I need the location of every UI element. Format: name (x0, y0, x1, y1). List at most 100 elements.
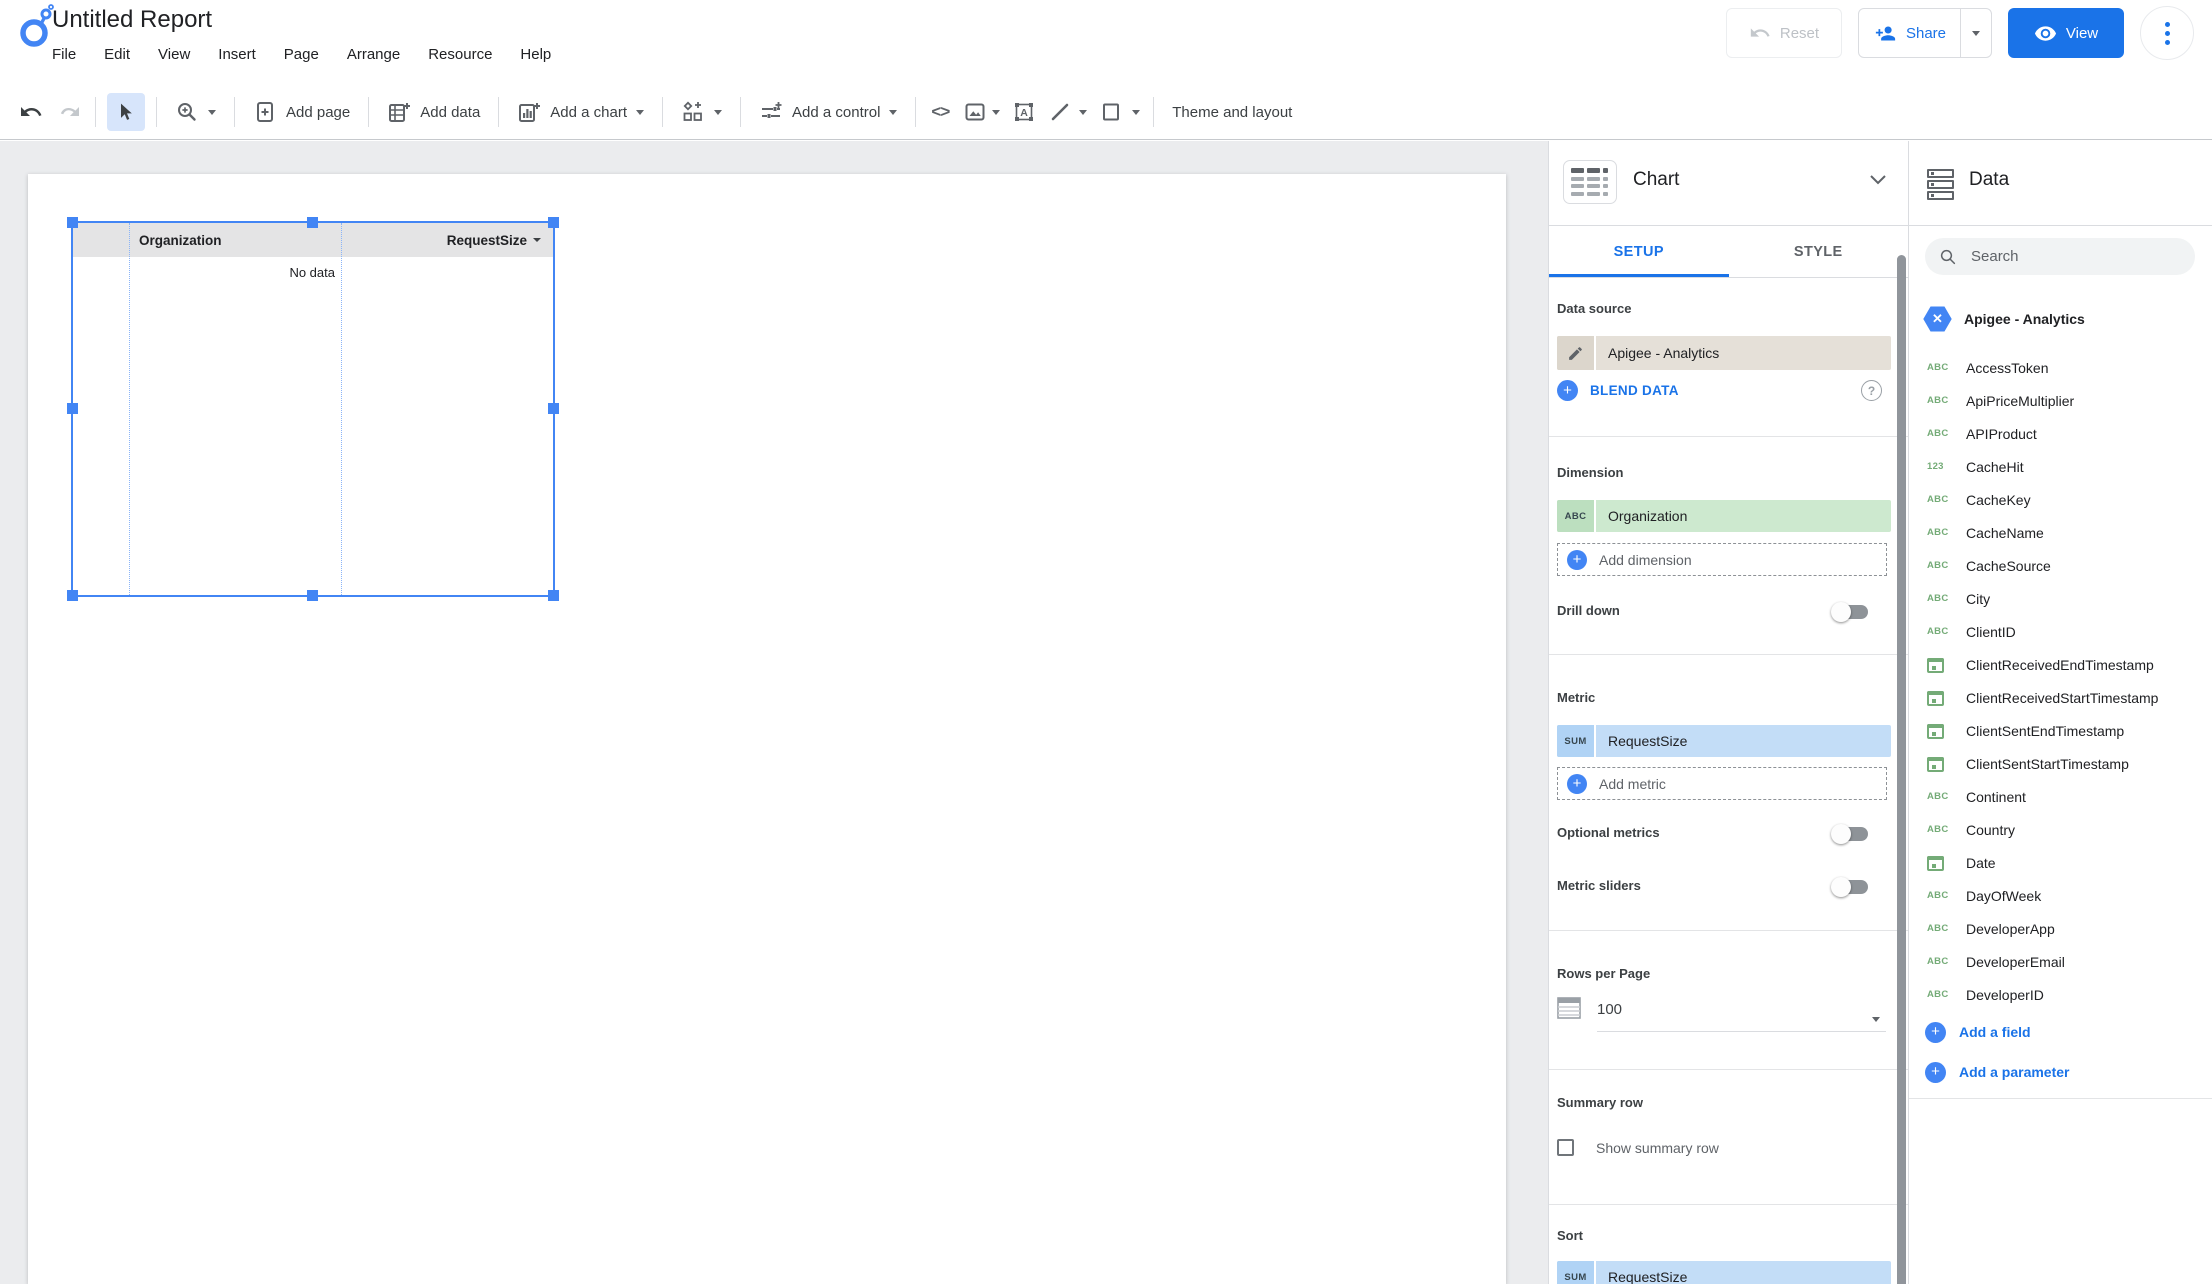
field-DeveloperID[interactable]: ABC DeveloperID (1909, 978, 2212, 1011)
optional-metrics-toggle[interactable] (1831, 824, 1868, 844)
section-divider (1549, 1204, 1908, 1205)
insert-line-button[interactable] (1042, 92, 1093, 132)
resize-handle-n[interactable] (307, 217, 318, 228)
menu-page[interactable]: Page (284, 46, 319, 63)
menu-file[interactable]: File (52, 46, 76, 63)
tab-style[interactable]: STYLE (1729, 226, 1909, 277)
line-dropdown-caret[interactable] (1079, 109, 1088, 115)
rows-per-page-underline (1597, 1031, 1886, 1032)
insert-shape-button[interactable] (1093, 92, 1146, 132)
field-Country[interactable]: ABC Country (1909, 813, 2212, 846)
community-viz-dropdown-caret[interactable] (714, 109, 723, 115)
add-chart-button[interactable]: Add a chart (506, 92, 655, 132)
data-source-row[interactable]: ✕ Apigee - Analytics (1923, 299, 2085, 339)
table-chart-selected[interactable]: Organization RequestSize No data (67, 217, 559, 601)
sort-chip[interactable]: SUM RequestSize (1557, 1261, 1891, 1284)
field-ClientReceivedStartTimestamp[interactable]: ClientReceivedStartTimestamp (1909, 681, 2212, 714)
field-CacheSource[interactable]: ABC CacheSource (1909, 549, 2212, 582)
chart-panel-header: Chart (1549, 141, 1908, 226)
resize-handle-ne[interactable] (548, 217, 559, 228)
field-CacheKey[interactable]: ABC CacheKey (1909, 483, 2212, 516)
reset-button[interactable]: Reset (1725, 8, 1842, 58)
field-AccessToken[interactable]: ABC AccessToken (1909, 351, 2212, 384)
search-input[interactable] (1969, 247, 2163, 266)
field-APIProduct[interactable]: ABC APIProduct (1909, 417, 2212, 450)
menu-help[interactable]: Help (520, 46, 551, 63)
show-summary-row-option[interactable]: Show summary row (1557, 1139, 1719, 1156)
field-search[interactable] (1925, 238, 2195, 275)
resize-handle-se[interactable] (548, 590, 559, 601)
menu-edit[interactable]: Edit (104, 46, 130, 63)
rows-per-page-value[interactable]: 100 (1597, 1001, 1622, 1018)
field-CacheHit[interactable]: 123 CacheHit (1909, 450, 2212, 483)
table-column-organization[interactable]: Organization (129, 233, 341, 248)
field-Continent[interactable]: ABC Continent (1909, 780, 2212, 813)
add-chart-label: Add a chart (550, 103, 628, 121)
add-control-dropdown-caret[interactable] (889, 109, 898, 115)
embed-url-button[interactable]: <> (923, 92, 957, 132)
field-ClientSentEndTimestamp[interactable]: ClientSentEndTimestamp (1909, 714, 2212, 747)
resize-handle-sw[interactable] (67, 590, 78, 601)
field-DayOfWeek[interactable]: ABC DayOfWeek (1909, 879, 2212, 912)
more-options-button[interactable] (2140, 6, 2194, 60)
select-tool-button[interactable] (107, 93, 145, 131)
shape-dropdown-caret[interactable] (1132, 109, 1141, 115)
menu-insert[interactable]: Insert (218, 46, 256, 63)
field-CacheName[interactable]: ABC CacheName (1909, 516, 2212, 549)
report-canvas[interactable]: Organization RequestSize No data (0, 141, 1548, 1284)
add-a-parameter-button[interactable]: + Add a parameter (1925, 1054, 2069, 1090)
field-ClientReceivedEndTimestamp[interactable]: ClientReceivedEndTimestamp (1909, 648, 2212, 681)
tab-setup[interactable]: SETUP (1549, 226, 1729, 277)
community-visualizations-button[interactable] (670, 92, 733, 132)
blend-data-button[interactable]: + BLEND DATA (1557, 380, 1679, 401)
insert-text-button[interactable]: A (1006, 92, 1042, 132)
undo-button[interactable] (12, 92, 50, 132)
add-metric-button[interactable]: + Add metric (1557, 767, 1887, 800)
resize-handle-w[interactable] (67, 403, 78, 414)
redo-button[interactable] (50, 92, 88, 132)
text-type-icon: ABC (1927, 395, 1949, 406)
resize-handle-e[interactable] (548, 403, 559, 414)
add-chart-dropdown-caret[interactable] (636, 109, 645, 115)
rows-per-page-dropdown-caret[interactable] (1872, 1009, 1880, 1027)
help-icon[interactable]: ? (1861, 380, 1882, 401)
menu-resource[interactable]: Resource (428, 46, 492, 63)
dimension-chip[interactable]: ABC Organization (1557, 500, 1891, 532)
report-title[interactable]: Untitled Report (52, 6, 212, 34)
field-Date[interactable]: Date (1909, 846, 2212, 879)
view-button[interactable]: View (2008, 8, 2124, 58)
share-button[interactable]: Share (1857, 8, 1992, 58)
zoom-dropdown-caret[interactable] (208, 109, 216, 115)
field-City[interactable]: ABC City (1909, 582, 2212, 615)
zoom-tool-button[interactable] (164, 92, 227, 132)
chevron-down-icon[interactable] (1870, 175, 1886, 185)
menu-view[interactable]: View (158, 46, 190, 63)
table-column-requestsize[interactable]: RequestSize (341, 233, 553, 248)
resize-handle-nw[interactable] (67, 217, 78, 228)
report-page[interactable]: Organization RequestSize No data (28, 174, 1506, 1284)
edit-pencil-icon[interactable] (1557, 336, 1596, 370)
field-ClientID[interactable]: ABC ClientID (1909, 615, 2212, 648)
theme-and-layout-button[interactable]: Theme and layout (1161, 92, 1303, 132)
add-dimension-button[interactable]: + Add dimension (1557, 543, 1887, 576)
resize-handle-s[interactable] (307, 590, 318, 601)
add-data-button[interactable]: Add data (376, 92, 491, 132)
field-ClientSentStartTimestamp[interactable]: ClientSentStartTimestamp (1909, 747, 2212, 780)
panel-scrollbar[interactable] (1897, 255, 1906, 1284)
add-page-button[interactable]: Add page (242, 92, 361, 132)
data-source-chip[interactable]: Apigee - Analytics (1557, 336, 1891, 370)
drill-down-toggle[interactable] (1831, 602, 1868, 622)
field-ApiPriceMultiplier[interactable]: ABC ApiPriceMultiplier (1909, 384, 2212, 417)
metric-sliders-toggle[interactable] (1831, 877, 1868, 897)
metric-chip[interactable]: SUM RequestSize (1557, 725, 1891, 757)
field-DeveloperEmail[interactable]: ABC DeveloperEmail (1909, 945, 2212, 978)
share-dropdown-caret[interactable] (1961, 9, 1991, 57)
image-dropdown-caret[interactable] (992, 109, 1001, 115)
field-DeveloperApp[interactable]: ABC DeveloperApp (1909, 912, 2212, 945)
menu-arrange[interactable]: Arrange (347, 46, 400, 63)
checkbox-unchecked[interactable] (1557, 1139, 1574, 1156)
add-a-field-button[interactable]: + Add a field (1925, 1014, 2031, 1050)
add-control-button[interactable]: Add a control (748, 92, 908, 132)
insert-image-button[interactable] (957, 92, 1006, 132)
table-chart-type-icon[interactable] (1563, 160, 1617, 204)
